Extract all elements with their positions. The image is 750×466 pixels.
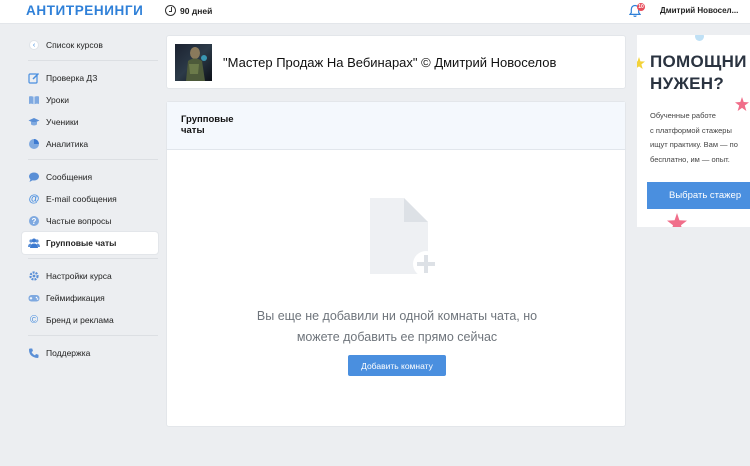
course-title: "Мастер Продаж На Вебинарах" © Дмитрий Н… <box>223 55 557 70</box>
days-label: 90 дней <box>180 5 213 16</box>
sidebar-item-label: Ученики <box>46 117 79 127</box>
sidebar-item-label: E-mail сообщения <box>46 194 117 204</box>
sidebar-item-faq[interactable]: ? Частые вопросы <box>22 210 158 232</box>
at-sign-icon: @ <box>28 193 40 205</box>
book-icon <box>29 96 39 105</box>
divider <box>28 159 158 160</box>
divider <box>28 60 158 61</box>
decor-dot <box>695 35 704 41</box>
graduation-cap-icon <box>28 118 40 126</box>
question-circle-icon: ? <box>29 216 39 226</box>
choose-intern-button[interactable]: Выбрать стажер <box>647 182 750 209</box>
sidebar-item-label: Проверка ДЗ <box>46 73 98 83</box>
gear-icon <box>29 271 39 281</box>
promo-text-line: с платформой стажеры <box>650 125 732 135</box>
course-thumbnail <box>175 44 212 81</box>
panel-title: Групповые чаты <box>181 114 261 136</box>
chevron-left-icon: ‹ <box>29 40 39 50</box>
panel-header: Групповые чаты <box>167 102 625 150</box>
course-header: "Мастер Продаж На Вебинарах" © Дмитрий Н… <box>166 35 626 89</box>
edit-icon <box>28 72 40 84</box>
sidebar-item-label: Список курсов <box>46 40 103 50</box>
course-avatar-image <box>186 47 207 81</box>
panel-title-line: Групповые <box>181 114 234 125</box>
empty-state-line: Вы еще не добавили ни одной комнаты чата… <box>256 309 538 323</box>
empty-state-line: можете добавить ее прямо сейчас <box>296 330 498 344</box>
sidebar: ‹ Список курсов Проверка ДЗ Уроки Ученик… <box>22 34 158 364</box>
copyright-icon: © <box>29 314 39 326</box>
sidebar-item-messages[interactable]: Сообщения <box>22 166 158 188</box>
add-room-button[interactable]: Добавить комнату <box>348 355 446 376</box>
logo[interactable]: АНТИТРЕНИНГИ <box>26 3 143 18</box>
group-chats-panel: Групповые чаты Вы еще не добавили ни одн… <box>166 101 626 427</box>
promo-title: ПОМОЩНИ НУЖЕН? <box>650 51 747 95</box>
divider <box>28 335 158 336</box>
sidebar-item-label: Настройки курса <box>46 271 112 281</box>
sidebar-item-label: Сообщения <box>46 172 93 182</box>
sidebar-item-label: Поддержка <box>46 348 91 358</box>
empty-state-message: Вы еще не добавили ни одной комнаты чата… <box>167 306 627 348</box>
gamepad-icon <box>28 295 40 302</box>
promo-title-line: НУЖЕН? <box>650 74 725 93</box>
sidebar-item-label: Аналитика <box>46 139 89 149</box>
sidebar-item-courses-list[interactable]: ‹ Список курсов <box>22 34 158 56</box>
sidebar-item-label: Групповые чаты <box>46 238 117 248</box>
chat-bubble-icon <box>29 172 39 182</box>
sidebar-item-label: Геймификация <box>46 293 105 303</box>
sidebar-item-email[interactable]: @ E-mail сообщения <box>22 188 158 210</box>
clock-icon <box>165 5 176 16</box>
pie-chart-icon <box>29 139 39 149</box>
add-file-icon <box>370 198 439 277</box>
panel-title-line: чаты <box>181 125 205 136</box>
phone-icon <box>29 348 39 358</box>
sidebar-item-support[interactable]: Поддержка <box>22 342 158 364</box>
user-menu[interactable]: Дмитрий Новосел... <box>660 6 738 15</box>
sidebar-item-course-settings[interactable]: Настройки курса <box>22 265 158 287</box>
top-bar: АНТИТРЕНИНГИ 90 дней 10 Дмитрий Новосел.… <box>0 0 750 24</box>
subscription-days: 90 дней <box>165 5 212 16</box>
sidebar-item-lessons[interactable]: Уроки <box>22 89 158 111</box>
notification-badge: 10 <box>637 3 645 11</box>
sidebar-item-label: Бренд и реклама <box>46 315 114 325</box>
sidebar-item-students[interactable]: Ученики <box>22 111 158 133</box>
sidebar-item-analytics[interactable]: Аналитика <box>22 133 158 155</box>
sidebar-item-gamification[interactable]: Геймификация <box>22 287 158 309</box>
promo-text-line: ищут практику. Вам — по <box>650 140 738 149</box>
promo-text-line: бесплатно, им — опыт. <box>650 154 730 164</box>
sidebar-item-label: Уроки <box>46 95 69 105</box>
star-icon <box>667 213 687 227</box>
promo-title-line: ПОМОЩНИ <box>650 52 747 71</box>
users-icon <box>28 238 40 248</box>
divider <box>28 258 158 259</box>
promo-banner: ПОМОЩНИ НУЖЕН? Обученные работе с платфо… <box>637 35 750 227</box>
star-icon <box>637 57 645 69</box>
sidebar-item-homework[interactable]: Проверка ДЗ <box>22 67 158 89</box>
sidebar-item-brand[interactable]: © Бренд и реклама <box>22 309 158 331</box>
sidebar-item-group-chats[interactable]: Групповые чаты <box>22 232 158 254</box>
promo-text: Обученные работе с платформой стажеры ищ… <box>650 109 738 167</box>
promo-text-line: Обученные работе <box>650 111 716 120</box>
svg-text:?: ? <box>32 217 37 226</box>
sidebar-item-label: Частые вопросы <box>46 216 112 226</box>
